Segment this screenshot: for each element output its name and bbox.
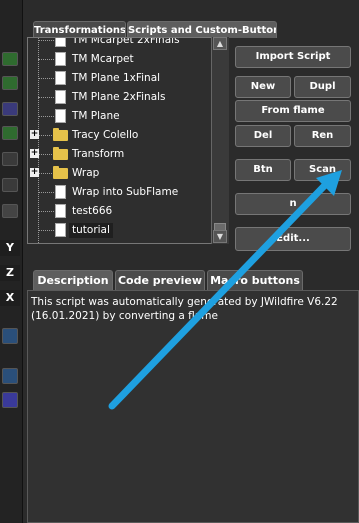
tree-folder[interactable]: + Wrap [28,164,214,183]
x-axis-button[interactable]: X [0,290,20,306]
del-button[interactable]: Del [235,125,291,147]
tab-description[interactable]: Description [33,270,113,290]
scroll-up-icon[interactable]: ▲ [213,37,227,50]
left-toolbar: Y Z X [0,0,23,523]
file-icon [55,109,66,123]
tree-item-label: Wrap into SubFlame [72,186,179,198]
tool-icon-5[interactable] [2,152,18,166]
tree-item-selected[interactable]: tutorial [28,221,214,240]
file-icon [55,71,66,85]
tree-folder[interactable]: + Transform [28,145,214,164]
description-text: This script was automatically generated … [31,296,338,322]
tab-code-preview[interactable]: Code preview [115,270,205,290]
tool-icon-6[interactable] [2,178,18,192]
dupl-button[interactable]: Dupl [294,76,351,98]
tree-item-label: test666 [72,205,113,217]
file-icon [55,204,66,218]
tree-item-label: TM Plane 1xFinal [72,72,161,84]
tab-transformations[interactable]: Transformations [33,21,126,38]
tool-icon-7[interactable] [2,204,18,218]
folder-icon [53,147,68,160]
file-icon [55,90,66,104]
scroll-down-icon[interactable]: ▼ [213,230,227,243]
run-button[interactable]: n [235,193,351,215]
description-panel: This script was automatically generated … [27,290,359,523]
expand-icon[interactable]: + [30,168,39,177]
tree-item[interactable]: TM Plane 2xFinals [28,88,214,107]
tool-icon-1[interactable] [2,52,18,66]
ren-button[interactable]: Ren [294,125,351,147]
folder-icon [53,128,68,141]
tree-item-label: Wrap [72,167,100,179]
script-tree[interactable]: TM Mcarpet 2xFinals TM Mcarpet TM Plane … [27,37,229,244]
tree-item[interactable]: test666 [28,202,214,221]
tree-item-label: Tracy Colello [72,129,139,141]
tree-item[interactable]: Wrap into SubFlame [28,183,214,202]
tool-icon-4[interactable] [2,126,18,140]
import-script-button[interactable]: Import Script [235,46,351,68]
tree-item-label: TM Plane 2xFinals [72,91,166,103]
file-icon [55,185,66,199]
new-button[interactable]: New [235,76,291,98]
file-icon [55,223,66,237]
tool-icon-3[interactable] [2,102,18,116]
tree-item-label: TM Plane [72,110,120,122]
file-icon [55,52,66,66]
folder-icon [53,166,68,179]
tree-item[interactable]: TM Plane 1xFinal [28,69,214,88]
tool-icon-2[interactable] [2,76,18,90]
tab-scripts-custom-buttons[interactable]: Scripts and Custom-Buttons [127,21,277,38]
tree-item-label: TM Mcarpet 2xFinals [72,37,180,46]
file-icon [55,38,66,47]
tool-icon-9[interactable] [2,368,18,384]
edit-button[interactable]: Edit... [235,227,351,251]
scan-button[interactable]: Scan [294,159,351,181]
tree-item[interactable]: TM Plane [28,107,214,126]
from-flame-button[interactable]: From flame [235,100,351,122]
tool-icon-10[interactable] [2,392,18,408]
expand-icon[interactable]: + [30,149,39,158]
tree-scrollbar[interactable]: ▲ ▼ [211,37,229,244]
expand-icon[interactable]: + [30,130,39,139]
tool-icon-8[interactable] [2,328,18,344]
tree-item[interactable]: TM Mcarpet 2xFinals [28,37,214,50]
tree-item[interactable]: TM Mcarpet [28,50,214,69]
tree-folder[interactable]: + Tracy Colello [28,126,214,145]
z-axis-button[interactable]: Z [0,265,20,281]
tree-item-label: TM Mcarpet [72,53,134,65]
tab-macro-buttons[interactable]: Macro buttons [207,270,303,290]
tree-item-label: Transform [72,148,125,160]
btn-button[interactable]: Btn [235,159,291,181]
tree-item-label: tutorial [69,223,113,238]
y-axis-button[interactable]: Y [0,240,20,256]
